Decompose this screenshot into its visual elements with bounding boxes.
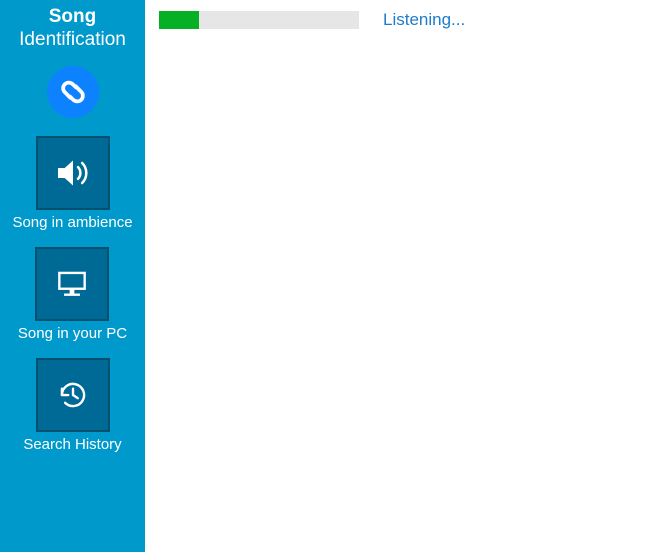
app-logo-wrap xyxy=(47,66,99,118)
sidebar-item-label: Search History xyxy=(23,436,121,453)
sidebar-item-history[interactable]: Search History xyxy=(23,358,121,453)
nav-tile-history xyxy=(36,358,110,432)
history-icon xyxy=(54,376,92,414)
app-root: Song Identification xyxy=(0,0,648,552)
status-text: Listening... xyxy=(383,10,465,30)
sidebar-item-label: Song in ambience xyxy=(12,214,132,231)
sidebar-item-ambience[interactable]: Song in ambience xyxy=(12,136,132,231)
progress-bar xyxy=(159,11,359,29)
nav-tile-pc xyxy=(35,247,109,321)
sidebar-nav: Song in ambience Song in your PC xyxy=(12,136,132,453)
nav-tile-ambience xyxy=(36,136,110,210)
main-pane: Listening... xyxy=(145,0,648,552)
shazam-logo-icon[interactable] xyxy=(47,66,99,118)
sidebar-title-line2: Identification xyxy=(19,29,126,52)
monitor-icon xyxy=(53,265,91,303)
speaker-icon xyxy=(53,153,93,193)
sidebar-title: Song Identification xyxy=(19,6,126,52)
status-row: Listening... xyxy=(159,10,634,30)
sidebar: Song Identification xyxy=(0,0,145,552)
sidebar-item-label: Song in your PC xyxy=(18,325,127,342)
progress-fill xyxy=(159,11,199,29)
sidebar-item-pc[interactable]: Song in your PC xyxy=(18,247,127,342)
sidebar-title-line1: Song xyxy=(19,6,126,29)
